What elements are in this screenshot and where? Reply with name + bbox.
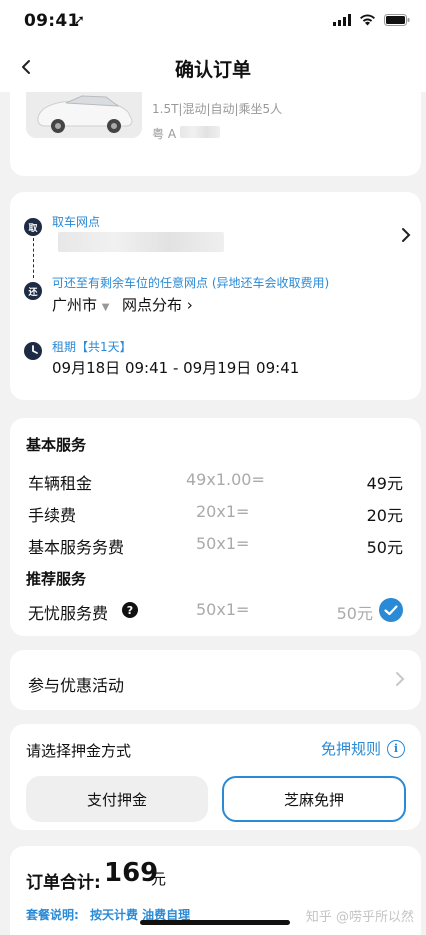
pickup-marker-icon: 取 (24, 218, 42, 236)
pickup-label: 取车网点 (52, 215, 101, 229)
chevron-right-small-icon: › (186, 296, 193, 314)
check-circle-icon[interactable] (379, 598, 403, 622)
service-row: 基本服务务费 50x1= 50元 (28, 534, 403, 557)
plate-blur (180, 126, 220, 138)
nav-bar: 确认订单 (0, 44, 426, 92)
sesame-deposit-free-button[interactable]: 芝麻免押 (222, 776, 406, 822)
rental-period: 09月18日 09:41 - 09月19日 09:41 (52, 359, 300, 377)
promo-label: 参与优惠活动 (28, 676, 125, 695)
license-plate: 粤 A (152, 127, 177, 141)
service-row: 手续费 20x1= 20元 (28, 502, 403, 525)
return-marker-icon: 还 (24, 282, 42, 300)
chevron-right-icon[interactable] (393, 670, 407, 688)
route-card: 取 取车网点 还 可还至有剩余车位的任意网点 (异地还车会收取费用) 广州市 ▼… (10, 192, 421, 400)
deposit-card: 请选择押金方式 免押规则 i 支付押金 芝麻免押 (10, 724, 421, 830)
vehicle-card: 1.5T|混动|自动|乘坐5人 粤 A (10, 92, 421, 176)
pickup-address-blur[interactable] (58, 232, 224, 252)
rental-period-label: 租期【共1天】 (52, 340, 132, 354)
status-bar: 09:41 ➚ (0, 0, 426, 44)
home-indicator (140, 920, 290, 925)
return-label: 可还至有剩余车位的任意网点 (异地还车会收取费用) (52, 276, 330, 290)
service-row: 无忧服务费 ? 50x1= 50元 (28, 598, 403, 623)
chevron-right-icon[interactable] (399, 227, 413, 243)
promo-card[interactable]: 参与优惠活动 (10, 650, 421, 710)
pay-deposit-button[interactable]: 支付押金 (26, 776, 208, 822)
location-arrow-icon: ➚ (74, 13, 85, 28)
dropdown-triangle-icon: ▼ (101, 302, 110, 313)
route-dash-line (33, 238, 34, 278)
deposit-label: 请选择押金方式 (26, 742, 132, 760)
recommended-service-heading: 推荐服务 (26, 570, 87, 588)
signal-icon (333, 14, 351, 26)
package-label: 套餐说明: (26, 908, 79, 922)
car-image (26, 92, 142, 138)
wifi-icon (360, 14, 375, 26)
vehicle-spec: 1.5T|混动|自动|乘坐5人 (152, 102, 283, 116)
help-icon[interactable]: ? (122, 602, 138, 618)
total-unit: 元 (151, 870, 167, 888)
info-icon: i (387, 739, 405, 758)
watermark: 知乎 @唠乎所以然 (305, 910, 414, 925)
basic-service-heading: 基本服务 (26, 436, 87, 454)
page-title: 确认订单 (174, 59, 251, 81)
car-photo-icon (37, 95, 133, 133)
status-time: 09:41 (24, 11, 80, 31)
return-city[interactable]: 广州市 ▼ (52, 294, 110, 315)
total-label: 订单合计: (26, 873, 101, 893)
service-card: 基本服务 车辆租金 49x1.00= 49元 手续费 20x1= 20元 基本服… (10, 418, 421, 636)
network-distribution-link[interactable]: 网点分布 › (122, 294, 193, 315)
battery-icon (384, 14, 410, 26)
clock-icon (24, 342, 42, 360)
deposit-rules-link[interactable]: 免押规则 i (321, 738, 405, 759)
service-row: 车辆租金 49x1.00= 49元 (28, 470, 403, 493)
